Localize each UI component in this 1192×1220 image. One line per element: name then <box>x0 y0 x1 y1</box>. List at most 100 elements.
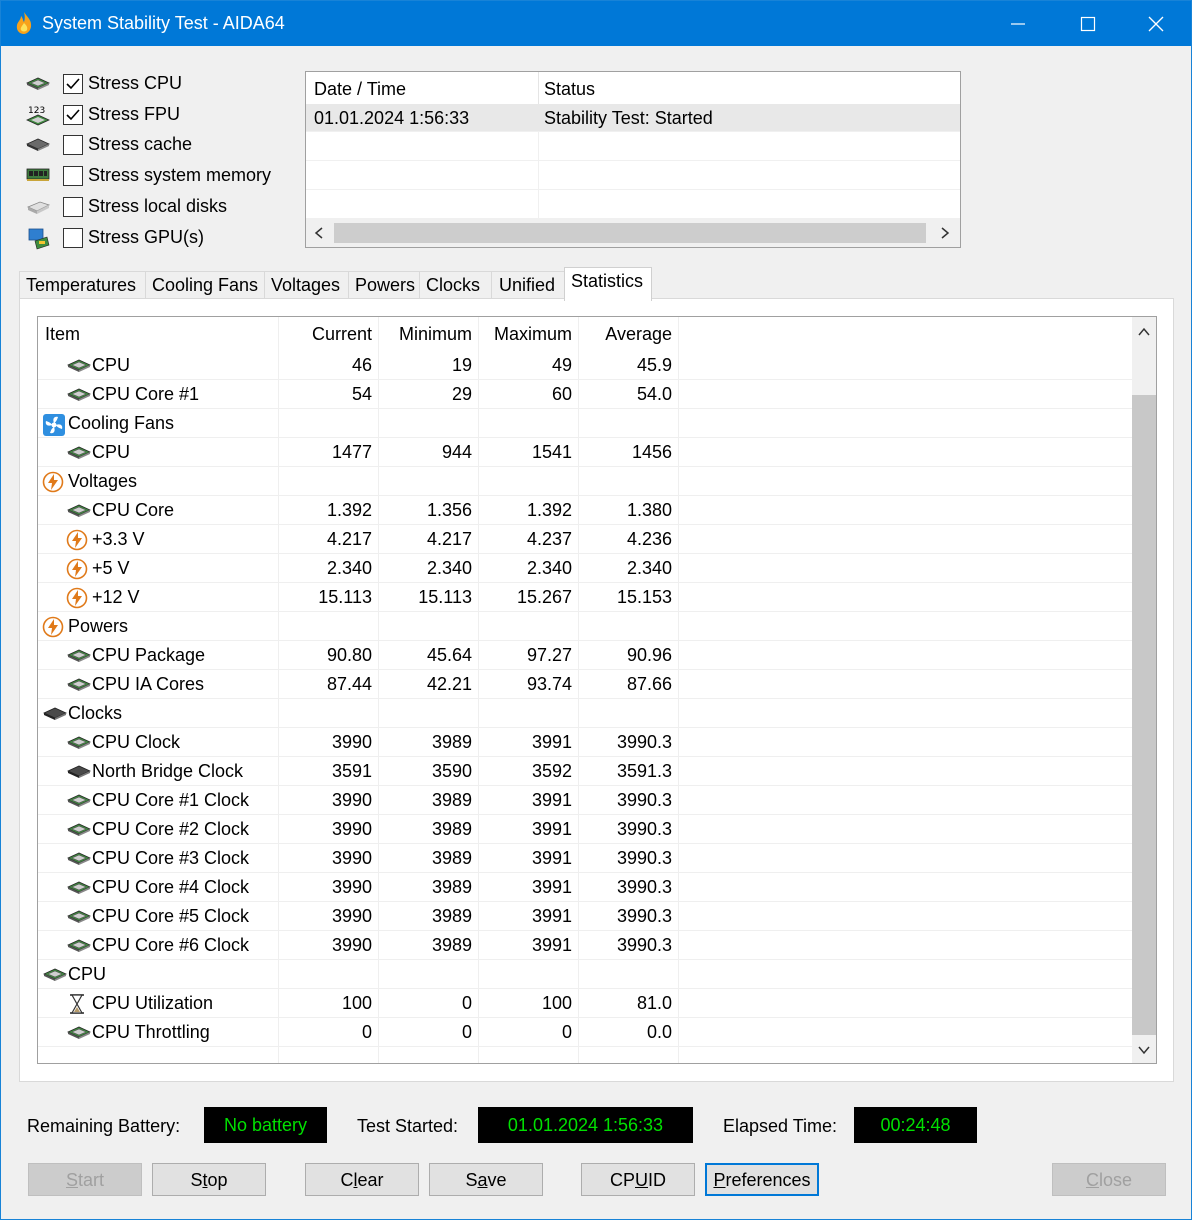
lightning-icon <box>66 587 88 609</box>
lightning-icon <box>66 558 88 580</box>
tab-cooling-fans[interactable]: Cooling Fans <box>145 271 265 301</box>
grid-row[interactable]: CPU IA Cores 87.44 42.21 93.74 87.66 <box>38 670 1132 699</box>
stress-option-label[interactable]: Stress cache <box>88 134 192 155</box>
grid-header-item[interactable]: Item <box>45 324 80 345</box>
stress-option-label[interactable]: Stress GPU(s) <box>88 227 204 248</box>
grid-minimum-value: 3989 <box>431 906 472 926</box>
tab-unified[interactable]: Unified <box>491 271 565 301</box>
grid-minimum-value: 3989 <box>431 848 472 868</box>
grid-group-row[interactable]: Clocks <box>38 699 1132 728</box>
stress-checkbox[interactable] <box>63 197 83 217</box>
grid-item-label: Cooling Fans <box>68 413 175 433</box>
grid-row[interactable]: +12 V 15.113 15.113 15.267 15.153 <box>38 583 1132 612</box>
grid-row[interactable]: CPU Core #1 54 29 60 54.0 <box>38 380 1132 409</box>
save-button[interactable]: Save <box>429 1163 543 1196</box>
grid-header-current[interactable]: Current <box>278 324 372 345</box>
grid-header-minimum[interactable]: Minimum <box>378 324 472 345</box>
preferences-button[interactable]: Preferences <box>705 1163 819 1196</box>
tab-statistics[interactable]: Statistics <box>564 267 652 301</box>
grid-row[interactable]: CPU Core #6 Clock 3990 3989 3991 3990.3 <box>38 931 1132 960</box>
grid-row[interactable]: CPU 46 19 49 45.9 <box>38 351 1132 380</box>
grid-average-value: 2.340 <box>626 558 672 578</box>
grid-item-label: CPU Core <box>92 500 175 520</box>
log-header-status[interactable]: Status <box>544 79 595 100</box>
cpuid-button[interactable]: CPUID <box>581 1163 695 1196</box>
stress-checkbox[interactable] <box>63 74 83 94</box>
grid-minimum-value: 3590 <box>431 761 472 781</box>
close-window-button[interactable] <box>1121 1 1191 46</box>
statistics-grid[interactable]: Item Current Minimum Maximum Average CPU… <box>37 316 1157 1064</box>
grid-minimum-value: 3989 <box>431 935 472 955</box>
scroll-left-icon[interactable] <box>312 226 326 240</box>
stress-option-label[interactable]: Stress FPU <box>88 104 180 125</box>
tab-voltages[interactable]: Voltages <box>264 271 349 301</box>
grid-average-value: 3591.3 <box>616 761 672 781</box>
grid-item-label: +3.3 V <box>92 529 145 549</box>
grid-row[interactable]: CPU Core 1.392 1.356 1.392 1.380 <box>38 496 1132 525</box>
grid-row[interactable]: +5 V 2.340 2.340 2.340 2.340 <box>38 554 1132 583</box>
grid-minimum-value: 2.340 <box>426 558 472 578</box>
grid-row[interactable]: CPU Utilization 100 0 100 81.0 <box>38 989 1132 1018</box>
start-button[interactable]: Start <box>28 1163 142 1196</box>
grid-row[interactable]: CPU Clock 3990 3989 3991 3990.3 <box>38 728 1132 757</box>
grid-header-average[interactable]: Average <box>578 324 672 345</box>
grid-row[interactable]: CPU Core #2 Clock 3990 3989 3991 3990.3 <box>38 815 1132 844</box>
grid-header-maximum[interactable]: Maximum <box>478 324 572 345</box>
stress-option-label[interactable]: Stress system memory <box>88 165 271 186</box>
grid-average-value: 45.9 <box>636 355 672 375</box>
grid-row[interactable]: North Bridge Clock 3591 3590 3592 3591.3 <box>38 757 1132 786</box>
grid-row[interactable]: CPU Core #1 Clock 3990 3989 3991 3990.3 <box>38 786 1132 815</box>
close-button[interactable]: Close <box>1052 1163 1166 1196</box>
grid-average-value: 54.0 <box>636 384 672 404</box>
scroll-down-icon[interactable] <box>1137 1043 1151 1057</box>
cpu-chip-icon <box>66 500 91 522</box>
grid-row[interactable]: CPU Package 90.80 45.64 97.27 90.96 <box>38 641 1132 670</box>
grid-item-label: CPU <box>92 442 131 462</box>
grid-group-row[interactable]: Powers <box>38 612 1132 641</box>
log-scroll-thumb[interactable] <box>334 223 926 243</box>
log-horizontal-scrollbar[interactable] <box>306 219 960 247</box>
grid-maximum-value: 0 <box>561 1022 572 1042</box>
stress-option-label[interactable]: Stress local disks <box>88 196 227 217</box>
grid-vertical-scrollbar[interactable] <box>1132 317 1156 1063</box>
grid-maximum-value: 1541 <box>531 442 572 462</box>
grid-row[interactable]: CPU 1477 944 1541 1456 <box>38 438 1132 467</box>
minimize-button[interactable] <box>983 1 1053 46</box>
event-log-list[interactable]: Date / Time Status 01.01.2024 1:56:33 St… <box>305 71 961 248</box>
scroll-up-icon[interactable] <box>1137 325 1151 339</box>
grid-group-row[interactable]: Voltages <box>38 467 1132 496</box>
stop-button[interactable]: Stop <box>152 1163 266 1196</box>
cpu-chip-icon <box>25 73 53 97</box>
stress-option-label[interactable]: Stress CPU <box>88 73 182 94</box>
grid-average-value: 15.153 <box>616 587 672 607</box>
memory-module-icon <box>25 165 53 189</box>
tab-powers[interactable]: Powers <box>348 271 420 301</box>
lightning-icon <box>66 529 88 551</box>
grid-row[interactable]: CPU Core #3 Clock 3990 3989 3991 3990.3 <box>38 844 1132 873</box>
grid-group-row[interactable]: Cooling Fans <box>38 409 1132 438</box>
tab-temperatures[interactable]: Temperatures <box>19 271 146 301</box>
grid-item-label: CPU Core #2 Clock <box>92 819 250 839</box>
scroll-right-icon[interactable] <box>938 226 952 240</box>
grid-current-value: 3990 <box>331 848 372 868</box>
maximize-button[interactable] <box>1053 1 1123 46</box>
grid-group-row[interactable]: CPU <box>38 960 1132 989</box>
grid-row[interactable]: CPU Throttling 0 0 0 0.0 <box>38 1018 1132 1047</box>
tab-clocks[interactable]: Clocks <box>419 271 492 301</box>
grid-maximum-value: 3991 <box>531 732 572 752</box>
log-row[interactable]: 01.01.2024 1:56:33 Stability Test: Start… <box>306 104 960 132</box>
grid-row[interactable]: CPU Core #5 Clock 3990 3989 3991 3990.3 <box>38 902 1132 931</box>
stress-checkbox[interactable] <box>63 166 83 186</box>
grid-scroll-thumb[interactable] <box>1132 395 1156 1035</box>
grid-current-value: 2.340 <box>326 558 372 578</box>
grid-item-label: CPU Clock <box>92 732 181 752</box>
grid-row[interactable]: CPU Core #4 Clock 3990 3989 3991 3990.3 <box>38 873 1132 902</box>
log-header-datetime[interactable]: Date / Time <box>314 79 406 100</box>
stress-checkbox[interactable] <box>63 228 83 248</box>
test-started-label: Test Started: <box>357 1116 459 1136</box>
grid-row[interactable]: +3.3 V 4.217 4.217 4.237 4.236 <box>38 525 1132 554</box>
stress-checkbox[interactable] <box>63 135 83 155</box>
clear-button[interactable]: Clear <box>305 1163 419 1196</box>
grid-average-value: 3990.3 <box>616 819 672 839</box>
stress-checkbox[interactable] <box>63 105 83 125</box>
